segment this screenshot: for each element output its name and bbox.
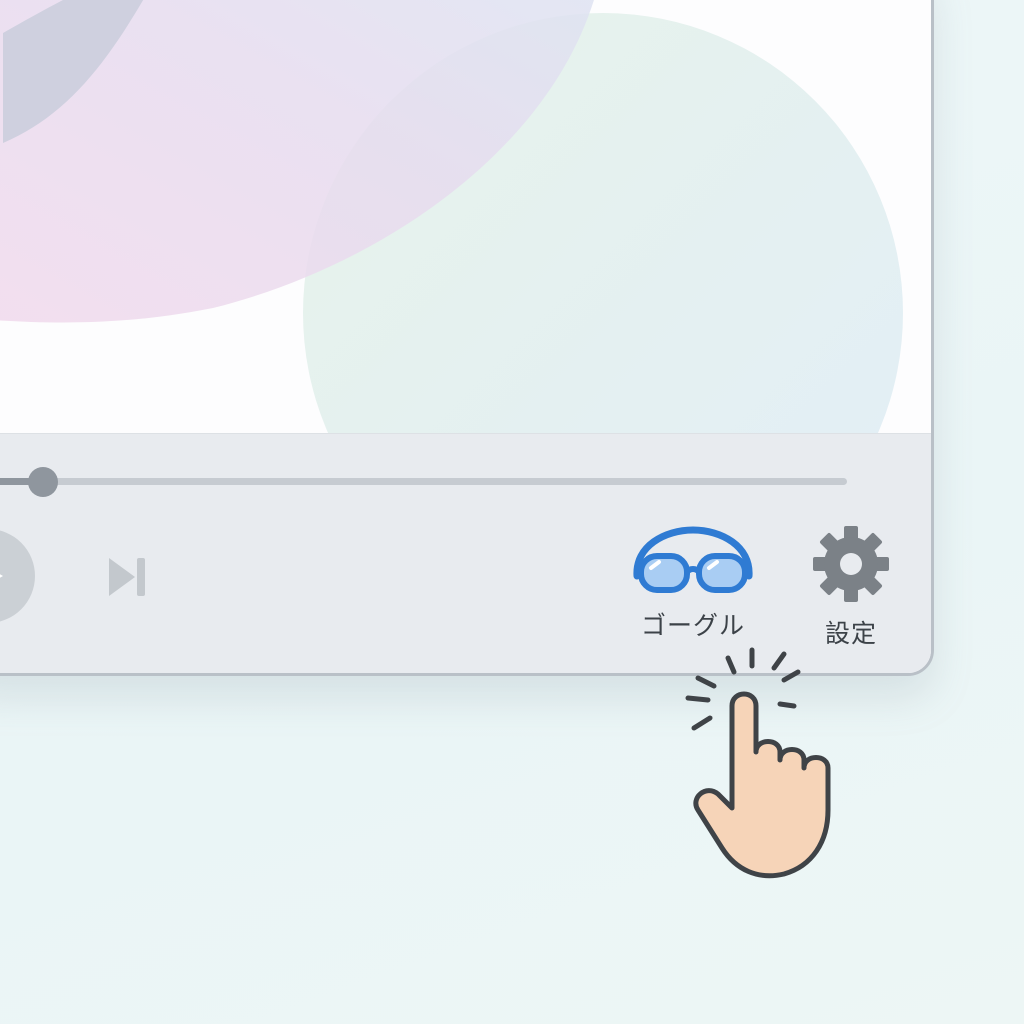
video-display[interactable] <box>0 0 931 433</box>
next-button[interactable] <box>105 554 151 600</box>
video-frame-artwork <box>0 0 903 433</box>
goggles-label: ゴーグル <box>640 611 745 640</box>
play-button[interactable] <box>0 529 35 623</box>
video-player-window: ゴーグル 設定 <box>0 0 934 676</box>
seek-thumb[interactable] <box>28 467 58 497</box>
control-bar: ゴーグル 設定 <box>0 433 931 673</box>
goggles-icon <box>633 526 753 593</box>
skip-next-icon <box>109 558 145 596</box>
play-icon <box>0 574 3 578</box>
goggles-button[interactable]: ゴーグル <box>623 524 763 642</box>
settings-button[interactable]: 設定 <box>801 524 901 650</box>
tap-hand-icon <box>685 647 831 879</box>
gear-icon <box>813 526 889 602</box>
seek-bar[interactable] <box>0 478 847 485</box>
